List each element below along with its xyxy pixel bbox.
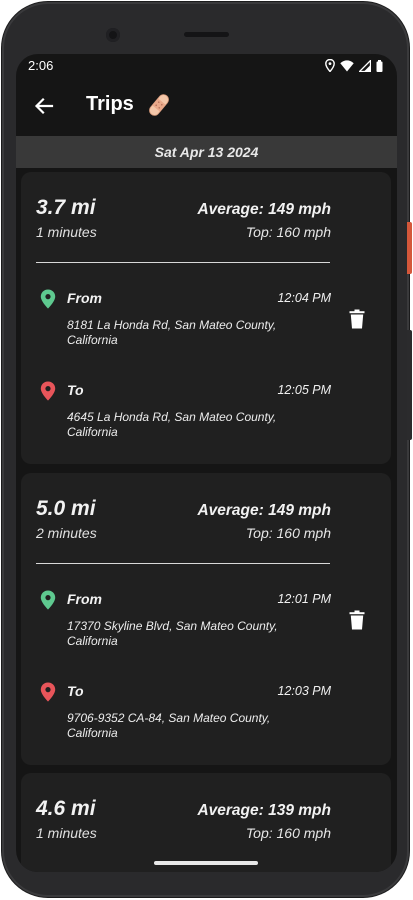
trip-distance: 3.7 mi <box>36 196 96 219</box>
location-icon <box>325 59 335 72</box>
power-button <box>407 222 412 274</box>
status-icons <box>325 59 383 72</box>
status-time: 2:06 <box>28 58 54 73</box>
from-label: From <box>67 591 102 607</box>
trip-top-speed: Top: 160 mph <box>245 825 331 841</box>
to-time: 12:03 PM <box>277 684 331 698</box>
front-camera <box>106 28 120 42</box>
trip-average-speed: Average: 149 mph <box>197 502 331 519</box>
earpiece-speaker <box>184 32 229 37</box>
card-divider <box>36 563 330 564</box>
battery-icon <box>376 59 383 72</box>
status-bar: 2:06 <box>16 54 397 78</box>
cellular-signal-icon <box>359 59 371 72</box>
trip-top-speed: Top: 160 mph <box>245 224 331 240</box>
map-pin-icon <box>40 381 56 401</box>
from-address: 17370 Skyline Blvd, San Mateo County, Ca… <box>67 619 278 648</box>
wifi-icon <box>340 59 354 72</box>
trip-distance: 4.6 mi <box>36 797 96 820</box>
bandage-icon <box>146 91 172 119</box>
back-arrow-icon[interactable] <box>30 92 58 120</box>
trip-duration: 2 minutes <box>36 525 97 541</box>
from-time: 12:01 PM <box>277 592 331 606</box>
volume-button <box>407 330 412 440</box>
map-pin-icon <box>40 289 56 309</box>
to-address: 9706-9352 CA-84, San Mateo County, Calif… <box>67 711 271 740</box>
app-bar: Trips <box>16 78 397 136</box>
to-label: To <box>67 683 84 699</box>
from-address: 8181 La Honda Rd, San Mateo County, Cali… <box>67 318 277 347</box>
trip-duration: 1 minutes <box>36 224 97 240</box>
trip-card[interactable]: 5.0 mi 2 minutes Average: 149 mph Top: 1… <box>21 473 391 765</box>
trash-icon[interactable] <box>349 309 365 329</box>
from-time: 12:04 PM <box>277 291 331 305</box>
page-title: Trips <box>86 93 134 115</box>
trip-card[interactable]: 3.7 mi 1 minutes Average: 149 mph Top: 1… <box>21 172 391 464</box>
gesture-nav-bar[interactable] <box>154 861 258 865</box>
to-label: To <box>67 382 84 398</box>
card-divider <box>36 262 330 263</box>
trip-distance: 5.0 mi <box>36 497 96 520</box>
map-pin-icon <box>40 590 56 610</box>
to-address: 4645 La Honda Rd, San Mateo County, Cali… <box>67 410 277 439</box>
from-label: From <box>67 290 102 306</box>
trash-icon[interactable] <box>349 610 365 630</box>
date-header: Sat Apr 13 2024 <box>16 136 397 168</box>
trip-card[interactable]: 4.6 mi 1 minutes Average: 139 mph Top: 1… <box>21 773 391 872</box>
trip-average-speed: Average: 139 mph <box>197 802 331 819</box>
to-time: 12:05 PM <box>277 383 331 397</box>
trip-average-speed: Average: 149 mph <box>197 201 331 218</box>
map-pin-icon <box>40 682 56 702</box>
trip-duration: 1 minutes <box>36 825 97 841</box>
screen: 2:06 Trips Sat Apr 13 2024 3.7 mi 1 minu… <box>16 54 397 872</box>
trip-top-speed: Top: 160 mph <box>245 525 331 541</box>
